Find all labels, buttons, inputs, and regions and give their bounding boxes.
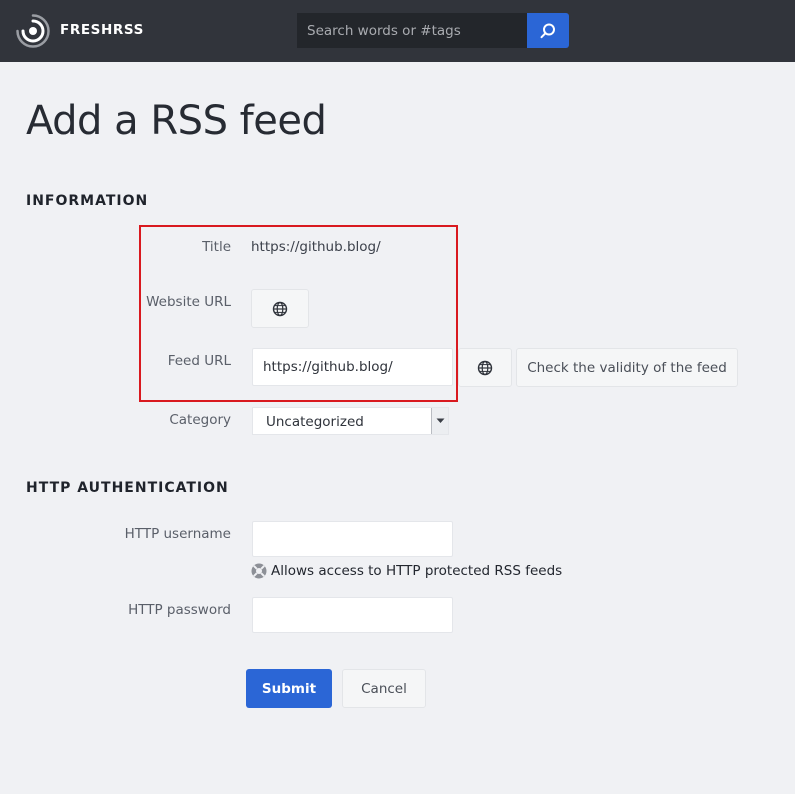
category-selected-value: Uncategorized bbox=[266, 414, 364, 430]
category-select[interactable]: Uncategorized bbox=[252, 407, 449, 435]
website-url-button[interactable] bbox=[251, 289, 309, 328]
top-header: FRESHRSS bbox=[0, 0, 795, 62]
http-username-input[interactable] bbox=[252, 521, 453, 557]
feed-url-label: Feed URL bbox=[167, 353, 231, 369]
cancel-button[interactable]: Cancel bbox=[342, 669, 426, 708]
http-username-label: HTTP username bbox=[124, 526, 231, 542]
search-input[interactable] bbox=[297, 13, 527, 48]
search-icon bbox=[540, 23, 555, 38]
title-label: Title bbox=[202, 239, 231, 255]
section-heading-information: INFORMATION bbox=[26, 193, 149, 209]
page-title: Add a RSS feed bbox=[26, 98, 327, 144]
section-heading-http-authentication: HTTP AUTHENTICATION bbox=[26, 480, 229, 496]
chevron-down-icon[interactable] bbox=[431, 408, 448, 434]
submit-button[interactable]: Submit bbox=[246, 669, 332, 708]
http-password-label: HTTP password bbox=[128, 602, 231, 618]
search-button[interactable] bbox=[527, 13, 569, 48]
http-help-note: Allows access to HTTP protected RSS feed… bbox=[251, 563, 562, 579]
freshrss-logo-icon[interactable] bbox=[16, 14, 50, 48]
help-icon bbox=[251, 563, 267, 579]
check-feed-validity-button[interactable]: Check the validity of the feed bbox=[516, 348, 738, 387]
app-brand[interactable]: FRESHRSS bbox=[60, 22, 144, 38]
category-label: Category bbox=[169, 412, 231, 428]
website-url-label: Website URL bbox=[146, 294, 231, 310]
globe-icon bbox=[477, 360, 493, 375]
feed-url-open-button[interactable] bbox=[458, 348, 512, 387]
globe-icon bbox=[272, 301, 288, 316]
feed-url-input[interactable] bbox=[252, 348, 453, 386]
help-text: Allows access to HTTP protected RSS feed… bbox=[271, 563, 563, 579]
title-value: https://github.blog/ bbox=[251, 239, 381, 255]
http-password-input[interactable] bbox=[252, 597, 453, 633]
